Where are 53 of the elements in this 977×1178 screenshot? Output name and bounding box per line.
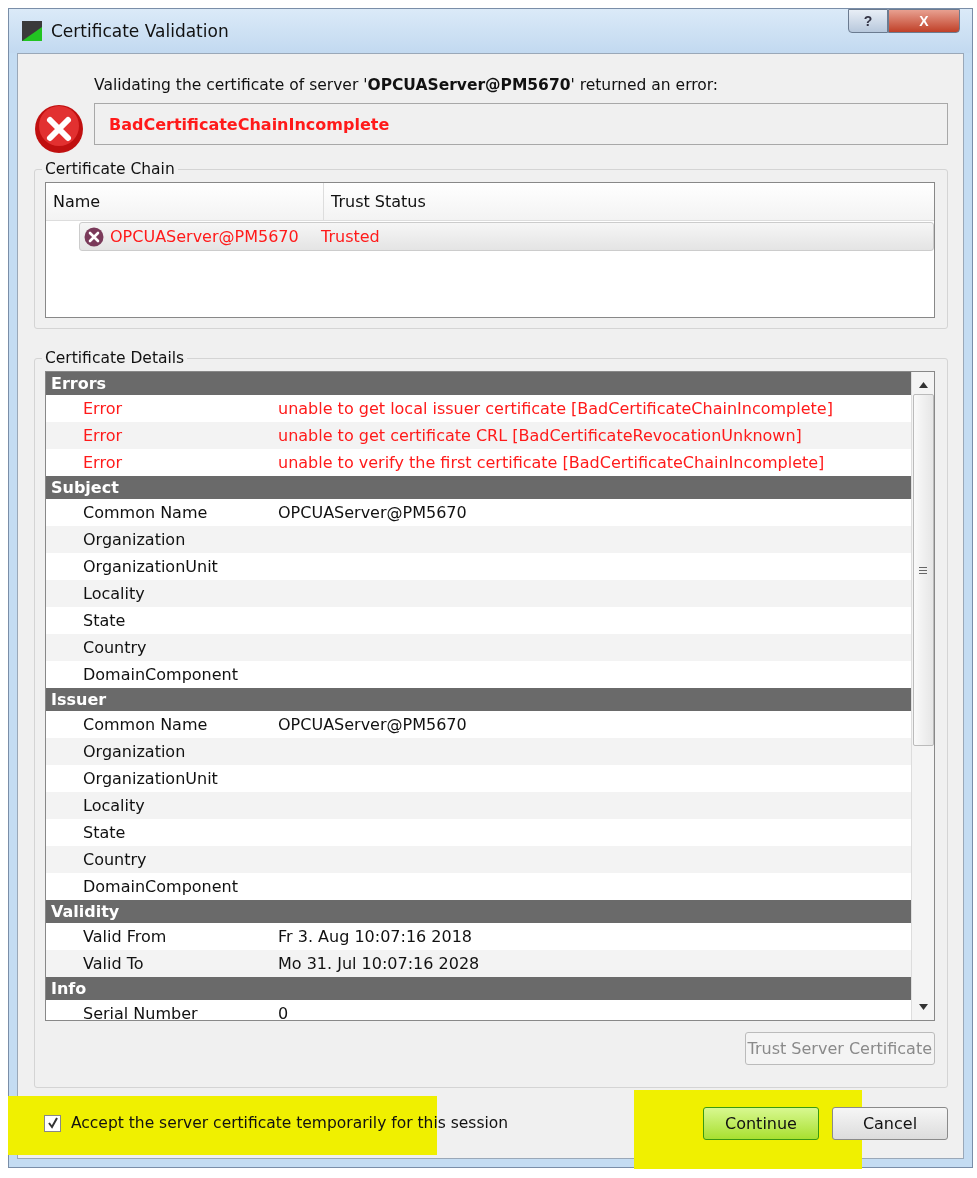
help-button[interactable]: ? [848, 9, 888, 33]
field-label: Error [82, 399, 123, 418]
scroll-down-icon[interactable] [918, 1004, 928, 1010]
field-label: Organization [82, 742, 187, 761]
error-icon [34, 104, 84, 154]
field-label: DomainComponent [82, 877, 239, 896]
field-label: State [82, 823, 127, 842]
field-label: State [82, 611, 127, 630]
field-value: 0 [278, 1004, 289, 1020]
checkmark-icon [46, 1117, 59, 1129]
field-label: Valid From [82, 927, 168, 946]
scroll-up-icon[interactable] [918, 382, 928, 388]
dialog-button[interactable]: Cancel [832, 1106, 948, 1140]
group-title: Certificate Chain [44, 160, 176, 178]
column-header[interactable]: Name [46, 183, 324, 220]
field-label: Common Name [82, 503, 209, 522]
section-header: Validity [46, 900, 911, 923]
field-value: unable to verify the first certificate [BadCertificateChainIncomplete] [278, 453, 825, 472]
field-label: Valid To [82, 954, 145, 973]
window-title: Certificate Validation [51, 21, 229, 41]
group-title: Certificate Details [44, 349, 186, 367]
field-value: unable to get certificate CRL [BadCertificateRevocationUnknown] [278, 426, 802, 445]
field-value: unable to get local issuer certificate [BadCertificateChainIncomplete] [278, 399, 833, 418]
field-label: Country [82, 638, 148, 657]
field-label: Error [82, 426, 123, 445]
trust-status: Trusted [321, 227, 380, 246]
section-header: Errors [46, 372, 911, 395]
field-label: Common Name [82, 715, 209, 734]
field-label: Locality [82, 796, 146, 815]
scroll-thumb[interactable] [912, 394, 934, 746]
field-label: Country [82, 850, 148, 869]
error-code-field: BadCertificateChainIncomplete [94, 103, 948, 145]
field-value: OPCUAServer@PM5670 [278, 503, 467, 522]
field-label: OrganizationUnit [82, 557, 219, 576]
field-value: Mo 31. Jul 10:07:16 2028 [278, 954, 480, 973]
section-header: Info [46, 977, 911, 1000]
field-value: Fr 3. Aug 10:07:16 2018 [278, 927, 473, 946]
field-label: Serial Number [82, 1004, 199, 1020]
scrollbar[interactable] [911, 372, 934, 1020]
field-label: Organization [82, 530, 187, 549]
error-message: Validating the certificate of server 'OPCUAServer@PM5670' returned an error: [94, 76, 720, 94]
app-icon [21, 20, 43, 42]
section-header: Subject [46, 476, 911, 499]
field-label: DomainComponent [82, 665, 239, 684]
column-header[interactable]: Trust Status [324, 183, 426, 220]
field-label: Locality [82, 584, 146, 603]
dialog-button[interactable]: Continue [703, 1106, 819, 1140]
field-value: OPCUAServer@PM5670 [278, 715, 467, 734]
field-label: Error [82, 453, 123, 472]
field-label: OrganizationUnit [82, 769, 219, 788]
certificate-name: OPCUAServer@PM5670 [110, 227, 299, 246]
grip-icon [919, 566, 927, 574]
section-header: Issuer [46, 688, 911, 711]
